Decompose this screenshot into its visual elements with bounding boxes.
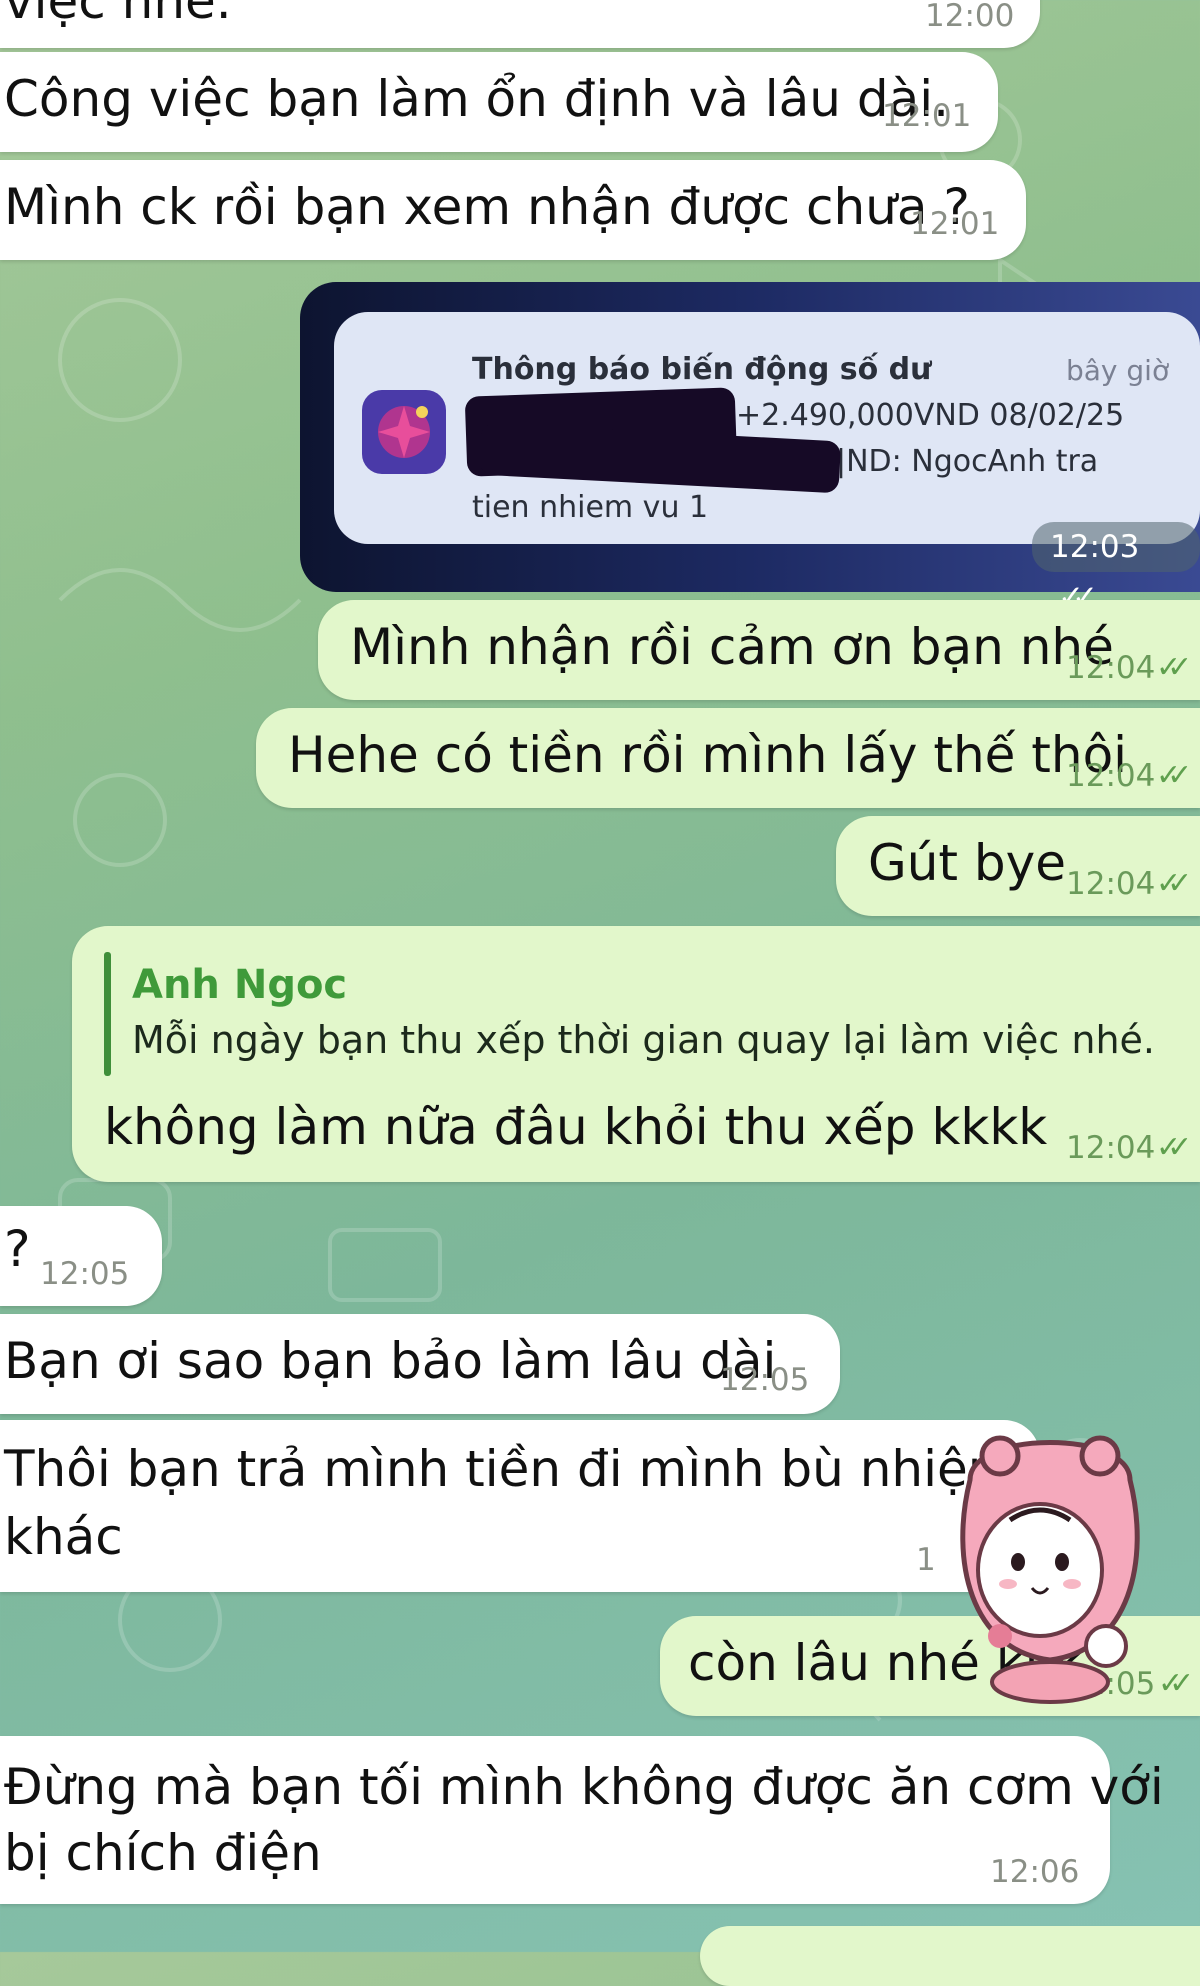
message-outgoing: Gút bye 12:04 ✓✓ [836, 816, 1200, 916]
message-time: 12:01 [882, 98, 972, 134]
double-check-icon: ✓✓ [1156, 866, 1192, 901]
message-text-line2: khác [4, 1508, 123, 1566]
message-time: 12:06 [990, 1854, 1080, 1890]
message-incoming: ? 12:05 [0, 1206, 162, 1306]
message-incoming: việc nhé. 12:00 [0, 0, 1040, 48]
image-time: 12:03 [1050, 529, 1140, 565]
message-incoming: Thôi bạn trả mình tiền đi mình bù nhiệm … [0, 1420, 1040, 1592]
message-time: 12:04 [1066, 866, 1156, 902]
notification-content: |ND: NgocAnh tra [836, 444, 1099, 479]
redaction-mark [478, 422, 842, 494]
bank-app-icon [362, 390, 446, 474]
message-time: 12:04 [1066, 1130, 1156, 1166]
message-text: Gút bye [868, 834, 1067, 892]
message-outgoing: Hehe có tiền rồi mình lấy thế thôi 12:04… [256, 708, 1200, 808]
reply-quote-text: Mỗi ngày bạn thu xếp thời gian quay lại … [132, 1018, 1156, 1062]
notification-age: bây giờ [1066, 354, 1170, 387]
reply-author: Anh Ngoc [132, 962, 348, 1008]
message-outgoing-partial [700, 1926, 1200, 1986]
message-incoming: Công việc bạn làm ổn định và lâu dài. 12… [0, 52, 998, 152]
message-text: Bạn ơi sao bạn bảo làm lâu dài [4, 1332, 777, 1390]
message-text: ? [4, 1220, 31, 1278]
pink-hood-cat-sticker [960, 1435, 1140, 1704]
double-check-icon: ✓✓ [1156, 1130, 1192, 1165]
message-time: 12:04 [1066, 758, 1156, 794]
message-outgoing: Mình nhận rồi cảm ơn bạn nhé 12:04 ✓✓ [318, 600, 1200, 700]
double-check-icon: ✓✓ [1156, 650, 1192, 685]
message-incoming: Bạn ơi sao bạn bảo làm lâu dài 12:05 [0, 1314, 840, 1414]
notification-content-2: tien nhiem vu 1 [472, 490, 709, 525]
notification-title: Thông báo biến động số dư [472, 352, 932, 387]
message-time: 12:00 [925, 0, 1015, 34]
notification-amount: +2.490,000VND 08/02/25 [736, 398, 1125, 433]
double-check-icon: ✓✓ [1156, 758, 1192, 793]
message-time: 12:05 [720, 1362, 810, 1398]
message-text-line1: Đừng mà bạn tối mình không được ăn cơm v… [4, 1758, 1164, 1816]
message-incoming: Mình ck rồi bạn xem nhận được chưa ? 12:… [0, 160, 1026, 260]
message-text: Mình nhận rồi cảm ơn bạn nhé [350, 618, 1114, 676]
message-text: việc nhé. [4, 0, 232, 30]
message-time: 12:01 [910, 206, 1000, 242]
reply-quote-bar [104, 952, 111, 1076]
message-text: Hehe có tiền rồi mình lấy thế thôi [288, 726, 1128, 784]
message-text: Công việc bạn làm ổn định và lâu dài. [4, 70, 950, 128]
image-time-badge: 12:03 ✓✓ [1032, 522, 1200, 615]
notification-card: Thông báo biến động số dư bây giờ +2.490… [334, 312, 1200, 544]
bank-notification-image[interactable]: Thông báo biến động số dư bây giờ +2.490… [300, 282, 1200, 615]
message-outgoing-reply: Anh Ngoc Mỗi ngày bạn thu xếp thời gian … [72, 926, 1200, 1182]
message-time: 12:04 [1066, 650, 1156, 686]
message-text-line1: Thôi bạn trả mình tiền đi mình bù nhiệm [4, 1440, 1017, 1498]
message-text-line2: bị chích điện [4, 1824, 322, 1882]
message-incoming: Đừng mà bạn tối mình không được ăn cơm v… [0, 1736, 1164, 1904]
message-text: không làm nữa đâu khỏi thu xếp kkkk [104, 1098, 1048, 1156]
message-time: 12:05 [40, 1256, 130, 1292]
message-text: Mình ck rồi bạn xem nhận được chưa ? [4, 178, 970, 236]
